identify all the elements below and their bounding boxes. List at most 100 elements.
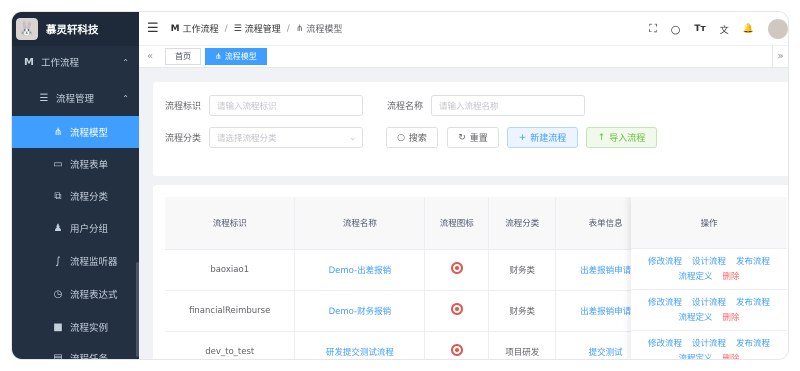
tags-scroll-left-icon[interactable]: «: [139, 51, 161, 62]
design-process-link[interactable]: 设计流程: [692, 339, 726, 349]
sidebar-item-label: 流程表达式: [70, 290, 118, 301]
breadcrumb-item-current: 流程模型: [306, 25, 343, 35]
font-size-icon[interactable]: Tт: [694, 24, 705, 34]
cell-key: baoxiao1: [165, 249, 296, 291]
cell-name-link[interactable]: Demo-财务报销: [294, 290, 426, 332]
delete-link[interactable]: 删除: [723, 313, 740, 323]
fullscreen-icon[interactable]: ⛶: [649, 22, 657, 36]
process-definition-link[interactable]: 流程定义: [678, 313, 712, 323]
edit-process-link[interactable]: 修改流程: [648, 257, 682, 267]
process-definition-link[interactable]: 流程定义: [678, 272, 712, 282]
user-avatar[interactable]: [768, 19, 788, 39]
search-button[interactable]: ○ 搜索: [386, 127, 438, 148]
new-process-button[interactable]: + 新建流程: [507, 127, 578, 148]
sidebar-item-process-model[interactable]: ⋔ 流程模型: [12, 116, 139, 148]
cell-key: dev_to_test: [165, 331, 296, 359]
category-select[interactable]: 请选择流程分类 ⌄: [209, 127, 363, 148]
ops-fixed-column: 操作 修改流程 设计流程 发布流程 流程定义 删除 修改流程 设计流程 发布流程 流程定义…: [631, 197, 787, 359]
sidebar-item-label: 用户分组: [70, 224, 109, 235]
sidebar-item-label: 流程管理: [56, 94, 95, 105]
search-icon[interactable]: ○: [671, 23, 681, 36]
sidebar-item-label: 流程任务: [70, 351, 108, 359]
reset-button-label: 重置: [469, 134, 488, 144]
sidebar-item-process-form[interactable]: ▭ 流程表单: [12, 148, 139, 180]
key-placeholder: 请输入流程标识: [217, 101, 277, 112]
sidebar-item-label: 工作流程: [41, 58, 80, 69]
logo-image: 🐰: [16, 18, 38, 40]
app-title: 慕灵轩科技: [46, 23, 99, 36]
tags-scroll-right-icon[interactable]: »: [772, 46, 788, 68]
category-icon: ⧉: [54, 190, 62, 202]
cell-name-link[interactable]: Demo-出差报销: [294, 249, 426, 291]
chevron-up-icon: ⌃: [122, 57, 129, 67]
table-card: 流程标识 流程名称 流程图标 流程分类 表单信息 baoxiao1 Demo-出…: [153, 185, 788, 359]
chevron-down-icon: ⌄: [349, 133, 356, 142]
model-icon: ⋔: [295, 23, 304, 34]
edit-process-link[interactable]: 修改流程: [648, 339, 682, 349]
sidebar-item-workflow[interactable]: M 工作流程 ⌃: [12, 46, 139, 78]
workflow-icon: M: [170, 23, 180, 34]
sidebar-item-label: 流程模型: [70, 128, 109, 139]
design-process-link[interactable]: 设计流程: [692, 257, 726, 267]
key-input[interactable]: 请输入流程标识: [209, 95, 363, 116]
breadcrumb-separator: /: [286, 23, 290, 34]
sidebar-item-user-group[interactable]: ♟ 用户分组: [12, 212, 139, 244]
sidebar-item-label: 流程分类: [70, 192, 109, 203]
process-definition-link[interactable]: 流程定义: [678, 354, 712, 359]
sidebar-item-label: 流程监听器: [70, 257, 118, 268]
language-icon[interactable]: 文: [720, 23, 729, 36]
header-key: 流程标识: [165, 197, 296, 250]
tags-view: « 首页 ⋔ 流程模型 »: [139, 46, 788, 68]
design-process-link[interactable]: 设计流程: [692, 298, 726, 308]
new-process-label: 新建流程: [530, 134, 567, 144]
refresh-icon: ↻: [458, 132, 466, 143]
sidebar-item-process-listener[interactable]: ∫ 流程监听器: [12, 245, 139, 277]
main-area: ☰ M 工作流程 / ☰ 流程管理 / ⋔ 流程模型 ⛶ ○ Tт 文 🔔 «: [139, 12, 788, 359]
user-group-icon: ♟: [53, 222, 63, 234]
import-process-button[interactable]: ↑ 导入流程: [586, 127, 657, 148]
category-label: 流程分类: [165, 134, 202, 144]
navbar-icons: ⛶ ○ Tт 文 🔔: [649, 12, 788, 46]
expression-icon: ◷: [53, 288, 63, 300]
delete-link[interactable]: 删除: [723, 272, 740, 282]
bell-icon[interactable]: 🔔: [743, 24, 754, 34]
search-button-label: 搜索: [408, 134, 427, 144]
reset-button[interactable]: ↻ 重置: [447, 127, 499, 148]
list-icon: ☰: [39, 92, 49, 104]
name-label: 流程名称: [387, 102, 424, 112]
breadcrumb-item[interactable]: 流程管理: [245, 22, 281, 35]
flow-diagram-icon[interactable]: [450, 262, 463, 274]
breadcrumb: M 工作流程 / ☰ 流程管理 / ⋔ 流程模型: [170, 22, 343, 36]
tag-process-model[interactable]: ⋔ 流程模型: [205, 48, 267, 65]
hamburger-icon[interactable]: ☰: [147, 21, 159, 36]
navbar: ☰ M 工作流程 / ☰ 流程管理 / ⋔ 流程模型 ⛶ ○ Tт 文 🔔: [139, 12, 788, 46]
app-window: 🐰 慕灵轩科技 M 工作流程 ⌃ ☰ 流程管理 ⌃ ⋔ 流程模型 ▭ 流程表单 …: [12, 12, 788, 359]
sidebar-item-process-expression[interactable]: ◷ 流程表达式: [12, 278, 139, 310]
tag-home[interactable]: 首页: [165, 48, 201, 65]
task-icon: ▤: [53, 352, 63, 360]
publish-process-link[interactable]: 发布流程: [736, 298, 770, 308]
sidebar-item-label: 流程实例: [70, 323, 109, 334]
sidebar-item-process-management[interactable]: ☰ 流程管理 ⌃: [12, 82, 139, 114]
plus-icon: +: [518, 132, 527, 143]
sidebar-item-process-instance[interactable]: ■ 流程实例: [12, 311, 139, 343]
publish-process-link[interactable]: 发布流程: [736, 339, 770, 349]
edit-process-link[interactable]: 修改流程: [648, 298, 682, 308]
listener-icon: ∫: [55, 255, 61, 267]
logo[interactable]: 🐰 慕灵轩科技: [12, 12, 139, 46]
sidebar-item-process-category[interactable]: ⧉ 流程分类: [12, 180, 139, 212]
delete-link[interactable]: 删除: [723, 354, 740, 359]
cell-icon: [424, 331, 490, 359]
flow-diagram-icon[interactable]: [450, 303, 463, 315]
sidebar-item-process-task[interactable]: ▤ 流程任务: [12, 342, 139, 360]
cell-name-link[interactable]: 研发提交测试流程: [294, 331, 426, 359]
publish-process-link[interactable]: 发布流程: [736, 257, 770, 267]
category-placeholder: 请选择流程分类: [217, 133, 277, 144]
name-input[interactable]: 请输入流程名称: [431, 95, 585, 116]
search-card: 流程标识 请输入流程标识 流程名称 请输入流程名称 流程分类 请选择流程分类 ⌄…: [153, 82, 788, 176]
ops-cell: 修改流程 设计流程 发布流程 流程定义 删除: [631, 290, 787, 331]
breadcrumb-item[interactable]: 工作流程: [183, 22, 219, 35]
flow-diagram-icon[interactable]: [450, 344, 463, 356]
form-icon: ▭: [53, 158, 63, 170]
workflow-icon: M: [24, 56, 34, 68]
